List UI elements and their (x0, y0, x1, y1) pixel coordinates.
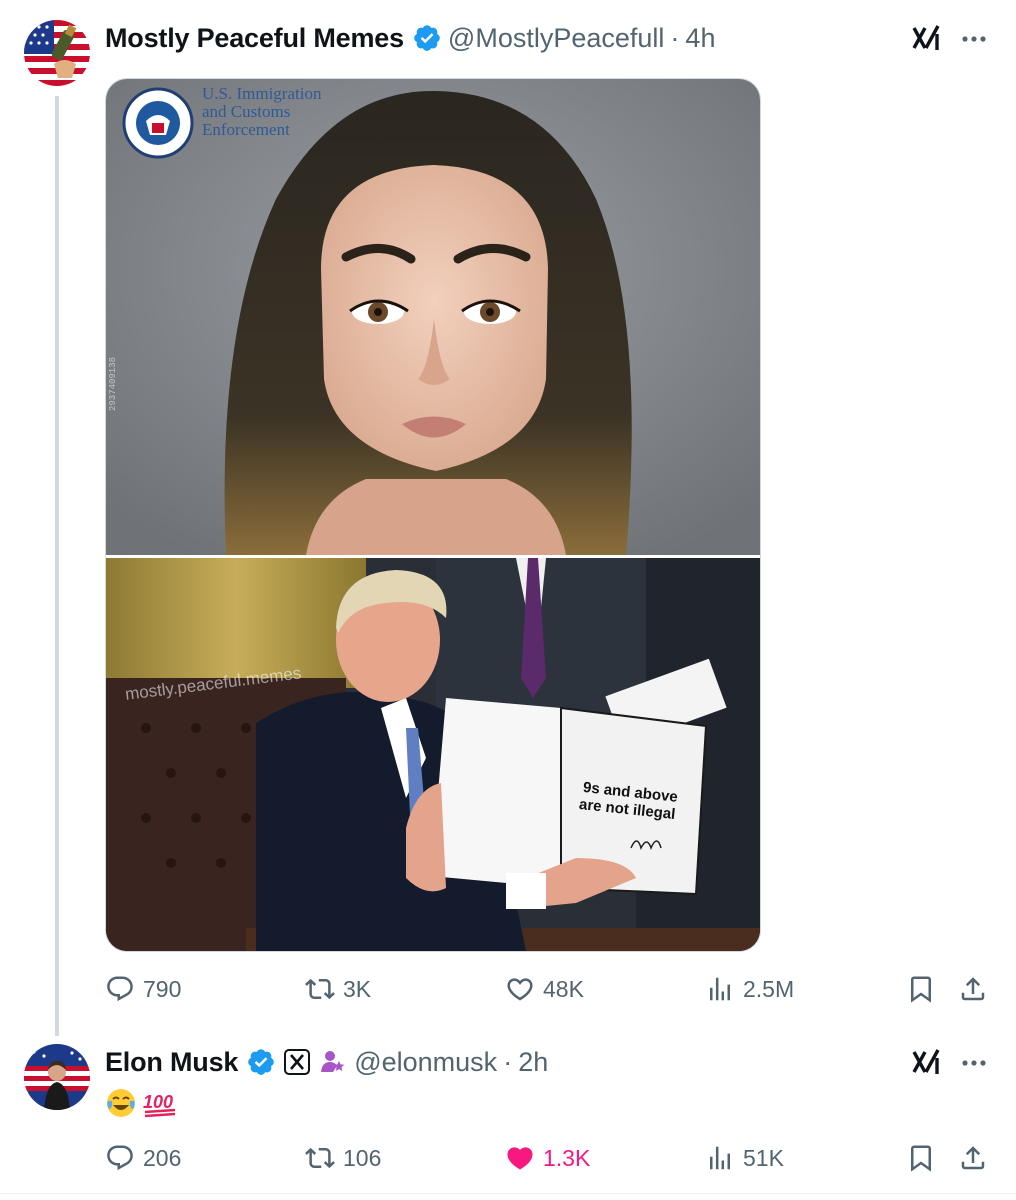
post-avatar[interactable] (24, 20, 90, 86)
post-media[interactable]: U.S. Immigration and Customs Enforcement… (105, 78, 761, 952)
like-icon (507, 978, 533, 1001)
x-affiliate-icon[interactable] (284, 1049, 311, 1075)
bookmark-icon[interactable] (906, 1143, 936, 1173)
reply-count: 790 (143, 975, 182, 1002)
repost-icon (305, 978, 335, 1000)
dhs-seal-icon (122, 87, 194, 159)
post-author-name[interactable]: Mostly Peaceful Memes (105, 23, 404, 54)
like-count: 48K (543, 975, 584, 1002)
photo-id-number: 2937409138 (108, 356, 118, 411)
like-filled-icon (507, 1147, 533, 1170)
face-with-tears-of-joy-icon (107, 1089, 135, 1117)
reply-repost-count: 106 (343, 1144, 382, 1171)
svg-text:100: 100 (143, 1092, 173, 1112)
post-header: Mostly Peaceful Memes @MostlyPeacefull ·… (105, 20, 715, 56)
repost-icon (305, 1147, 335, 1169)
signing-image (106, 558, 760, 951)
like-button[interactable]: 48K (505, 974, 584, 1004)
share-icon[interactable] (958, 974, 988, 1004)
views-button[interactable]: 2.5M (705, 974, 794, 1004)
post-handle[interactable]: @MostlyPeacefull (448, 23, 665, 54)
reply-handle[interactable]: @elonmusk (354, 1047, 497, 1078)
views-count: 2.5M (743, 975, 795, 1002)
reply-views-count: 51K (743, 1144, 784, 1171)
thread-line (55, 96, 59, 1036)
views-icon (710, 977, 730, 1001)
agency-line-1: U.S. Immigration (202, 84, 322, 103)
reply-button[interactable]: 790 (105, 974, 181, 1004)
reply-content: 100 (105, 1087, 181, 1119)
reply-header: Elon Musk @elonmusk · 2h (105, 1044, 548, 1080)
reply-like-button[interactable]: 1.3K (505, 1143, 590, 1173)
more-icon[interactable] (959, 24, 989, 54)
reply-reply-count: 206 (143, 1144, 182, 1171)
post-time[interactable]: 4h (685, 23, 715, 54)
creator-icon (321, 1051, 345, 1072)
grok-icon[interactable] (910, 1046, 942, 1078)
hundred-points-icon: 100 (143, 1092, 176, 1118)
reply-separator: · (503, 1046, 513, 1077)
mugshot-image (106, 79, 760, 555)
repost-button[interactable]: 3K (305, 974, 371, 1004)
reply-repost-button[interactable]: 106 (305, 1143, 381, 1173)
share-icon[interactable] (958, 1143, 988, 1173)
reply-author-name[interactable]: Elon Musk (105, 1047, 238, 1078)
verified-badge-icon (248, 1049, 275, 1075)
bookmark-icon[interactable] (906, 974, 936, 1004)
reply-avatar[interactable] (24, 1044, 90, 1110)
reply-like-count: 1.3K (543, 1144, 591, 1171)
agency-line-3: Enforcement (202, 120, 290, 139)
repost-count: 3K (343, 975, 372, 1002)
bottom-divider (0, 1193, 1016, 1194)
reply-icon (107, 976, 133, 1002)
reply-reply-button[interactable]: 206 (105, 1143, 181, 1173)
grok-icon[interactable] (910, 22, 942, 54)
reply-views-button[interactable]: 51K (705, 1143, 784, 1173)
agency-line-2: and Customs (202, 102, 291, 121)
reply-time[interactable]: 2h (518, 1047, 548, 1078)
views-icon (710, 1146, 730, 1170)
more-icon[interactable] (959, 1048, 989, 1078)
verified-badge-icon (414, 25, 440, 51)
reply-icon (107, 1145, 133, 1171)
post-separator: · (670, 22, 680, 53)
